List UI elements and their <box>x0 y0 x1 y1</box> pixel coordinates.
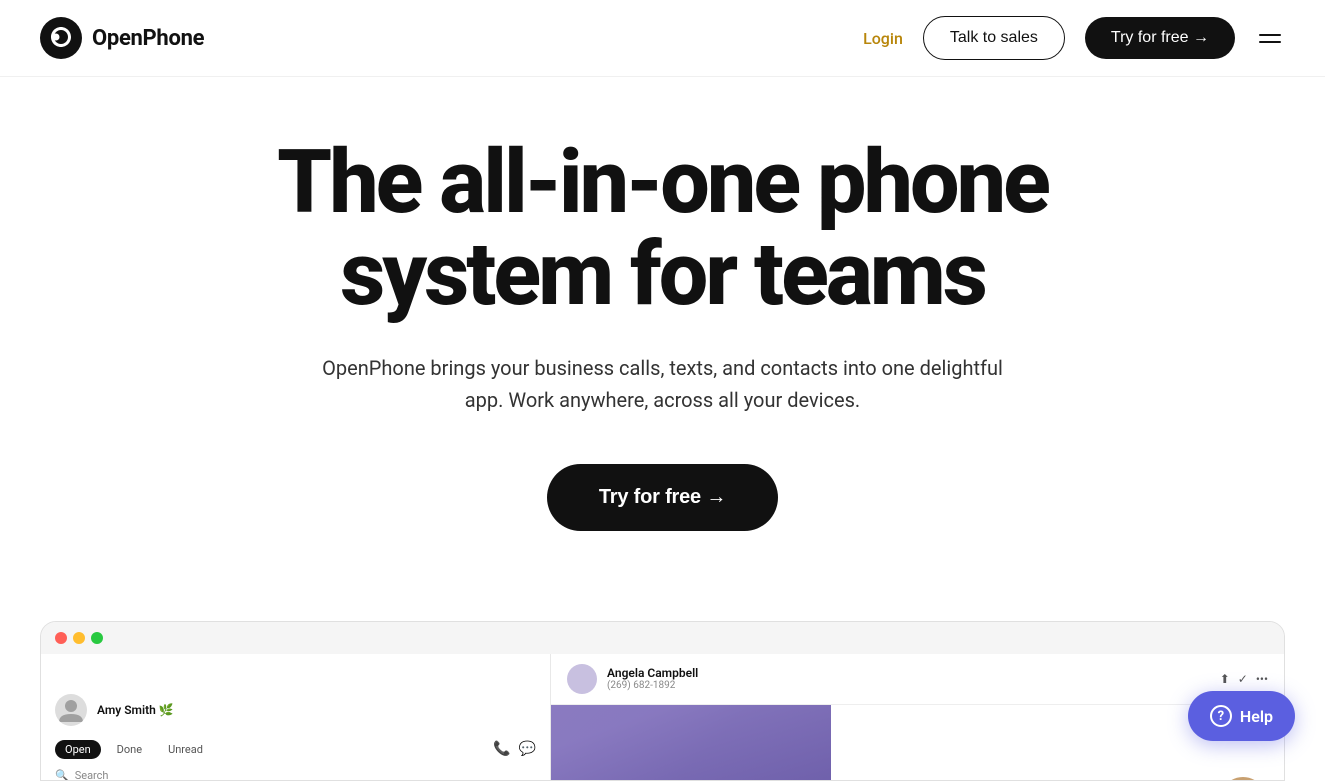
app-content-area <box>551 705 1284 780</box>
help-icon: ? <box>1210 705 1232 727</box>
help-label: Help <box>1240 707 1273 726</box>
phone-icon: 📞 <box>493 741 510 757</box>
tab-icons: 📞 💬 <box>493 741 536 757</box>
navbar: OpenPhone Login Talk to sales Try for fr… <box>0 0 1325 77</box>
hero-title: The all-in-one phone system for teams <box>153 137 1173 322</box>
window-minimize-dot <box>73 632 85 644</box>
logo[interactable]: OpenPhone <box>40 17 204 59</box>
contact-detail-info: Angela Campbell (269) 682-1892 <box>607 666 1210 691</box>
app-right-panel: Angela Campbell (269) 682-1892 ⬆ ✓ ••• <box>551 654 1284 780</box>
app-search-row[interactable]: 🔍 Search <box>41 765 550 780</box>
window-maximize-dot <box>91 632 103 644</box>
nav-actions: Login Talk to sales Try for free → <box>863 16 1285 60</box>
hamburger-line-1 <box>1259 34 1281 36</box>
app-image-area <box>551 705 831 780</box>
hero-section: The all-in-one phone system for teams Op… <box>113 77 1213 571</box>
hamburger-line-2 <box>1259 41 1281 43</box>
openphone-logo-icon <box>40 17 82 59</box>
share-icon[interactable]: ⬆ <box>1220 672 1230 686</box>
try-for-free-nav-button[interactable]: Try for free → <box>1085 17 1235 59</box>
app-right-header: Angela Campbell (269) 682-1892 ⬆ ✓ ••• <box>551 654 1284 705</box>
check-icon[interactable]: ✓ <box>1238 672 1248 686</box>
hero-title-line2: system for teams <box>340 223 985 326</box>
tab-unread[interactable]: Unread <box>158 740 213 759</box>
contact-detail-avatar <box>567 664 597 694</box>
hero-title-line1: The all-in-one phone <box>277 131 1048 234</box>
contact-detail-name: Angela Campbell <box>607 666 1210 680</box>
user-avatar <box>55 694 87 726</box>
window-titlebar <box>41 622 1284 654</box>
help-button[interactable]: ? Help <box>1188 691 1295 741</box>
image-overlay <box>551 705 831 780</box>
hero-subtitle: OpenPhone brings your business calls, te… <box>313 352 1013 416</box>
contact-detail-phone: (269) 682-1892 <box>607 680 1210 691</box>
more-icon[interactable]: ••• <box>1256 672 1268 686</box>
window-close-dot <box>55 632 67 644</box>
corner-avatar <box>1218 775 1268 780</box>
contact-header-actions: ⬆ ✓ ••• <box>1220 672 1268 686</box>
try-for-free-hero-button[interactable]: Try for free → <box>547 464 778 531</box>
hamburger-menu-button[interactable] <box>1255 30 1285 47</box>
search-text: Search <box>75 769 109 780</box>
talk-to-sales-button[interactable]: Talk to sales <box>923 16 1065 60</box>
app-preview: Amy Smith 🌿 Open Done Unread 📞 💬 🔍 Searc… <box>40 621 1285 781</box>
chat-icon: 💬 <box>519 741 536 757</box>
tab-open[interactable]: Open <box>55 740 101 759</box>
app-left-panel: Amy Smith 🌿 Open Done Unread 📞 💬 🔍 Searc… <box>41 654 551 780</box>
tab-done[interactable]: Done <box>107 740 152 759</box>
search-icon: 🔍 <box>55 769 69 780</box>
login-link[interactable]: Login <box>863 29 903 48</box>
app-user-name: Amy Smith 🌿 <box>97 703 174 717</box>
logo-text: OpenPhone <box>92 26 204 51</box>
app-user-row: Amy Smith 🌿 <box>41 686 550 734</box>
app-tabs: Open Done Unread 📞 💬 <box>41 734 550 765</box>
